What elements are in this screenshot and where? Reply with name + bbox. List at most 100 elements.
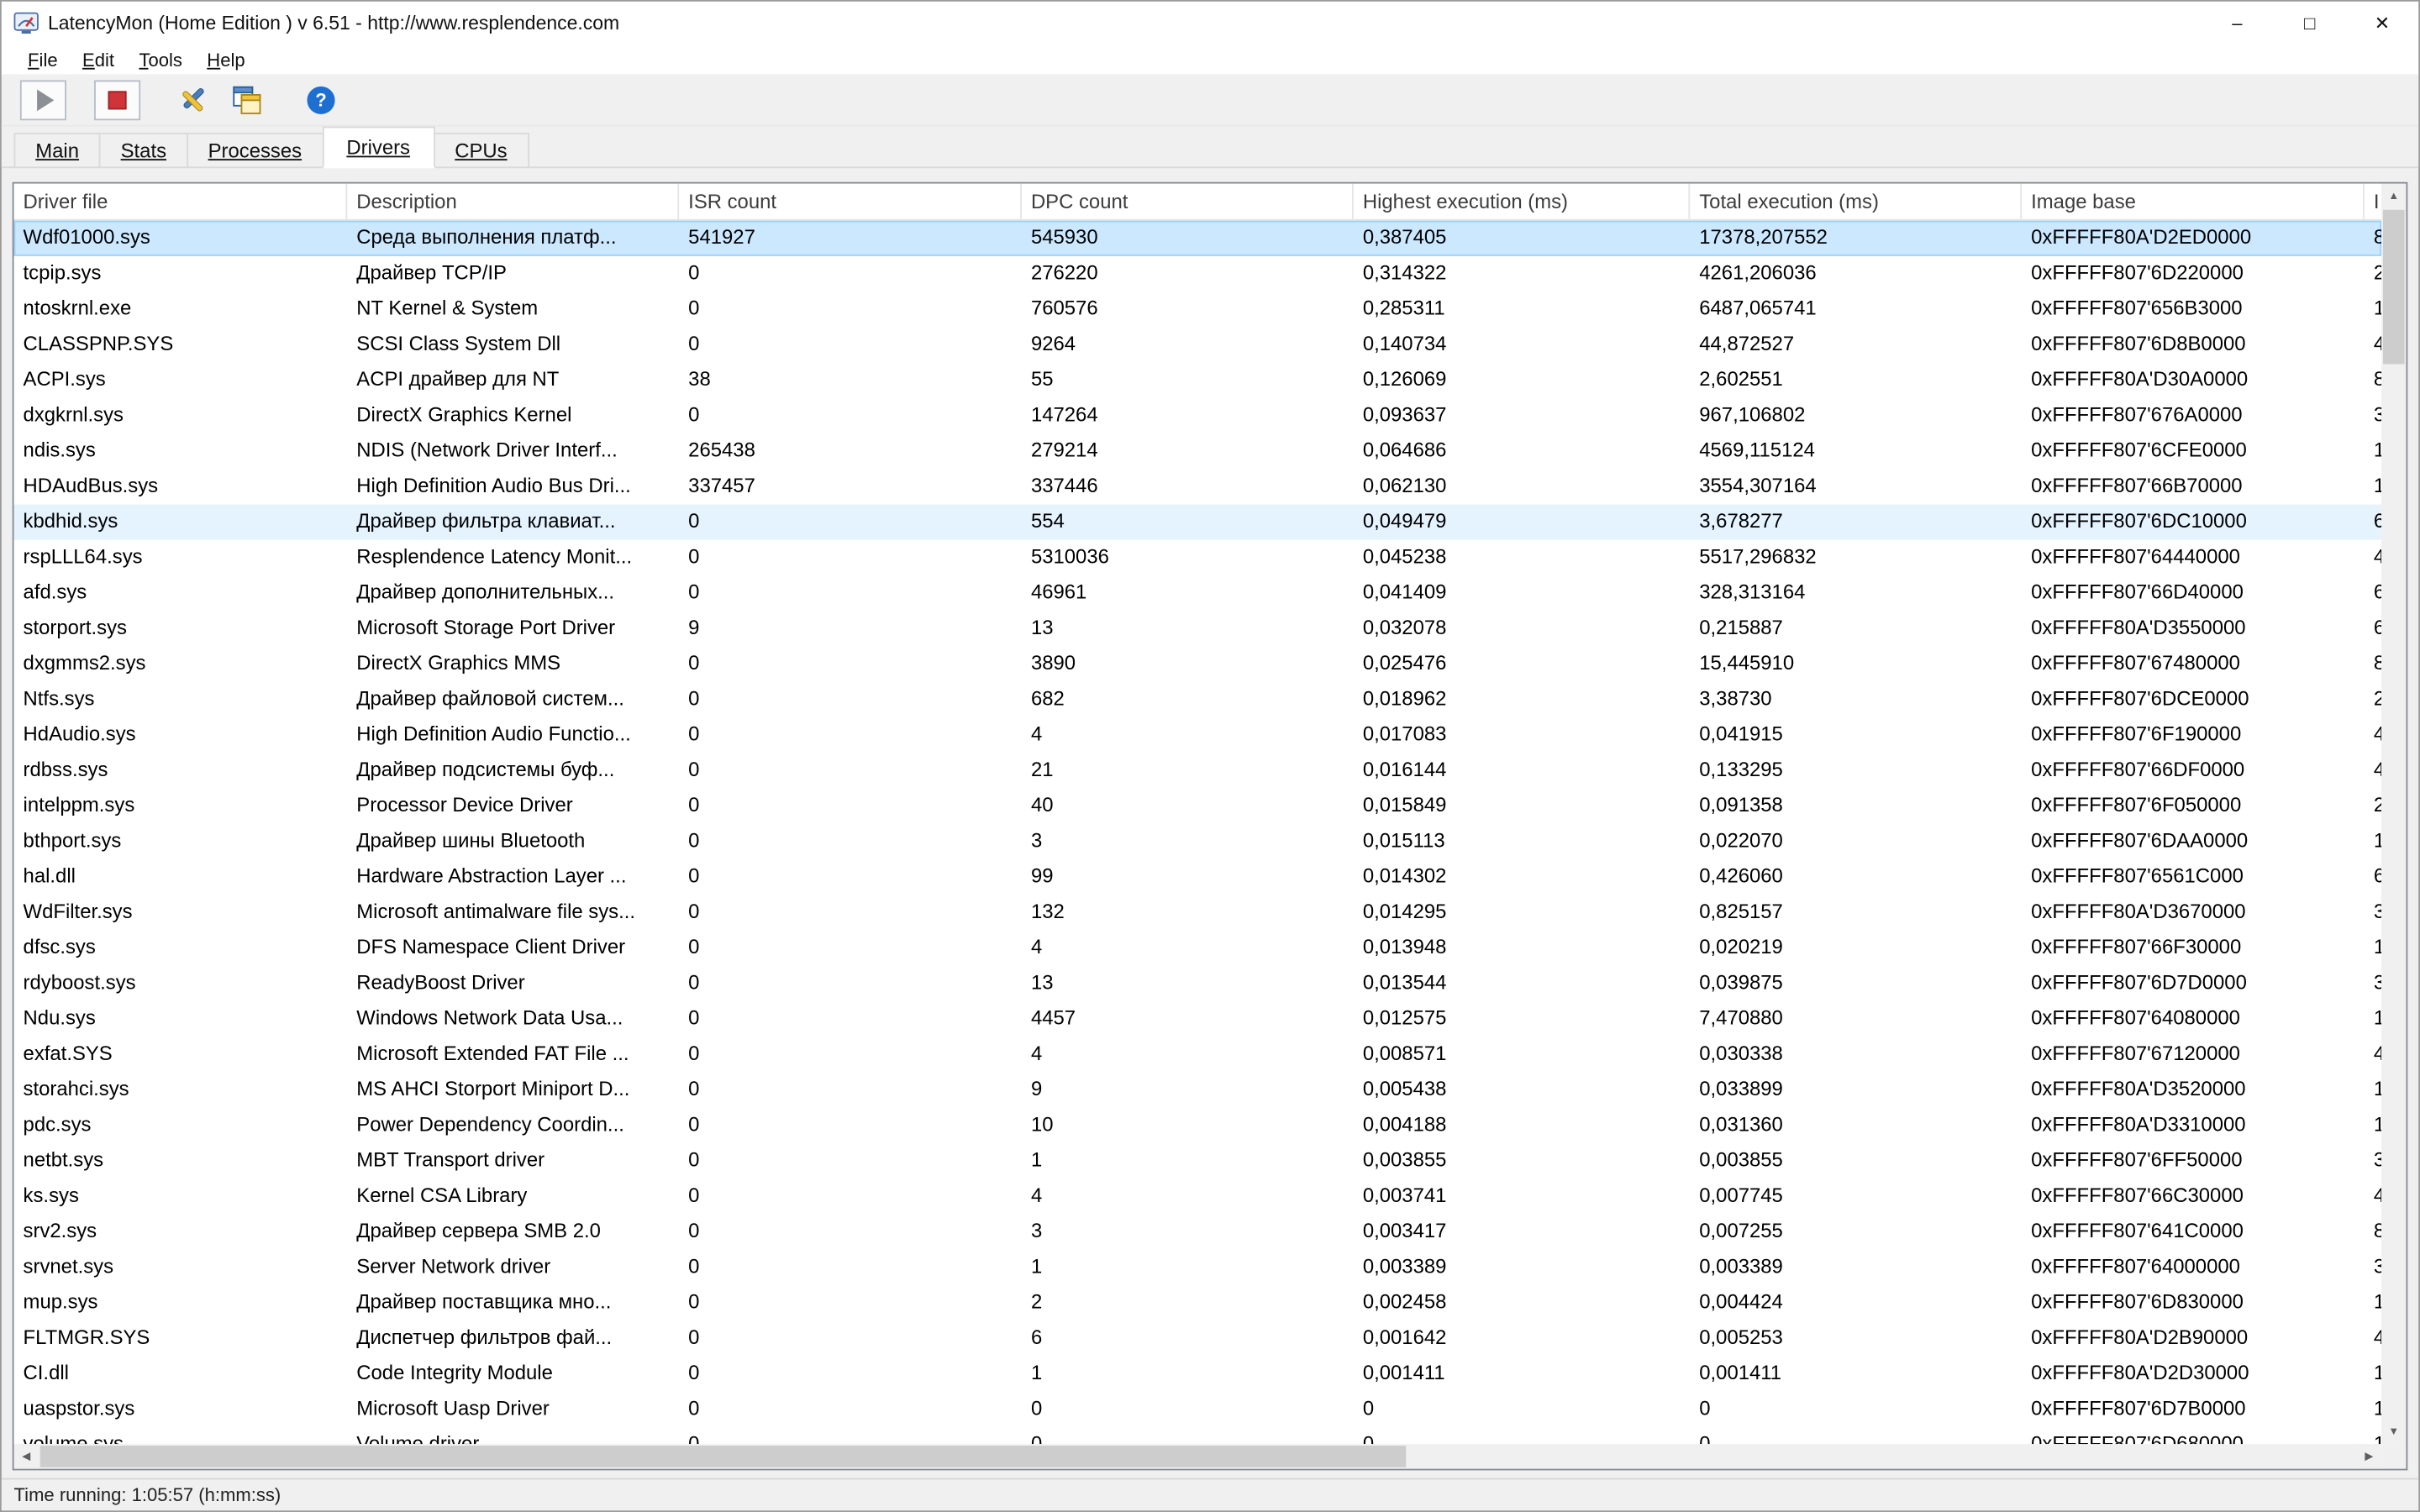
table-row[interactable]: rdyboost.sysReadyBoost Driver0130,013544… [14,966,2382,1001]
cell-dpc-count: 1 [1022,1356,1354,1391]
column-header-total-execution[interactable]: Total execution (ms) [1690,184,2022,221]
cell-dpc-count: 55 [1022,363,1354,398]
cell-highest-execution-ms: 0,032078 [1354,611,1690,646]
table-row[interactable]: mup.sysДрайвер поставщика мно...020,0024… [14,1285,2382,1320]
scroll-left-icon[interactable]: ◀ [14,1444,39,1468]
cell-driver-file: Ntfs.sys [14,682,348,717]
options-button[interactable] [168,81,214,121]
table-row[interactable]: rspLLL64.sysResplendence Latency Monit..… [14,540,2382,575]
cell-dpc-count: 279214 [1022,433,1354,469]
cell-image-size: 1 [2365,1285,2381,1320]
tab-stats[interactable]: Stats [99,133,188,168]
table-row[interactable]: WdFilter.sysMicrosoft antimalware file s… [14,895,2382,930]
tab-processes[interactable]: Processes [187,133,324,168]
table-row[interactable]: srvnet.sysServer Network driver010,00338… [14,1250,2382,1285]
cell-driver-file: mup.sys [14,1285,348,1320]
table-row[interactable]: HDAudBus.sysHigh Definition Audio Bus Dr… [14,469,2382,504]
cell-highest-execution-ms: 0,064686 [1354,433,1690,469]
table-row[interactable]: Ntfs.sysДрайвер файловой систем...06820,… [14,682,2382,717]
report-button[interactable] [224,81,270,121]
scroll-right-icon[interactable]: ▶ [2357,1444,2381,1468]
menu-help[interactable]: Help [195,45,258,73]
menu-tools[interactable]: Tools [127,45,195,73]
cell-image-base: 0xFFFFF807'66F30000 [2022,931,2365,966]
column-header-image-size[interactable]: I [2365,184,2381,221]
table-row[interactable]: tcpip.sysДрайвер TCP/IP02762200,31432242… [14,256,2382,291]
table-row[interactable]: dxgmms2.sysDirectX Graphics MMS038900,02… [14,647,2382,682]
table-row[interactable]: exfat.SYSMicrosoft Extended FAT File ...… [14,1037,2382,1072]
table-row[interactable]: FLTMGR.SYSДиспетчер фильтров фай...060,0… [14,1320,2382,1356]
stop-monitor-button[interactable] [94,81,140,121]
table-row[interactable]: pdc.sysPower Dependency Coordin...0100,0… [14,1108,2382,1143]
tab-cpus[interactable]: CPUs [434,133,529,168]
cell-description: Volume driver [347,1427,679,1444]
cell-total-execution-ms: 6487,065741 [1690,291,2022,327]
table-row[interactable]: CI.dllCode Integrity Module010,0014110,0… [14,1356,2382,1391]
cell-dpc-count: 0 [1022,1427,1354,1444]
cell-total-execution-ms: 0,003855 [1690,1143,2022,1179]
cell-dpc-count: 5310036 [1022,540,1354,575]
tab-drivers[interactable]: Drivers [322,127,434,169]
maximize-button[interactable]: □ [2274,2,2346,45]
column-header-highest-execution[interactable]: Highest execution (ms) [1354,184,1690,221]
cell-isr-count: 0 [679,1356,1022,1391]
tab-main[interactable]: Main [14,133,101,168]
table-row[interactable]: dxgkrnl.sysDirectX Graphics Kernel014726… [14,398,2382,433]
table-row[interactable]: netbt.sysMBT Transport driver010,0038550… [14,1143,2382,1179]
cell-description: Драйвер фильтра клавиат... [347,505,679,540]
table-row[interactable]: Ndu.sysWindows Network Data Usa...044570… [14,1001,2382,1037]
cell-description: Processor Device Driver [347,789,679,824]
scroll-down-icon[interactable]: ▼ [2381,1420,2406,1444]
table-row[interactable]: ndis.sysNDIS (Network Driver Interf...26… [14,433,2382,469]
table-row[interactable]: ACPI.sysACPI драйвер для NT38550,1260692… [14,363,2382,398]
start-monitor-button[interactable] [20,81,66,121]
table-row[interactable]: ntoskrnl.exeNT Kernel & System07605760,2… [14,291,2382,327]
cell-image-base: 0xFFFFF807'6D830000 [2022,1285,2365,1320]
cell-highest-execution-ms: 0,017083 [1354,717,1690,753]
cell-total-execution-ms: 0,041915 [1690,717,2022,753]
minimize-button[interactable]: – [2201,2,2273,45]
table-row[interactable]: uaspstor.sysMicrosoft Uasp Driver00000xF… [14,1392,2382,1427]
table-row[interactable]: storport.sysMicrosoft Storage Port Drive… [14,611,2382,646]
cell-driver-file: pdc.sys [14,1108,348,1143]
cell-isr-count: 0 [679,1037,1022,1072]
table-row[interactable]: CLASSPNP.SYSSCSI Class System Dll092640,… [14,327,2382,362]
table-row[interactable]: Wdf01000.sysСреда выполнения платф...541… [14,221,2382,256]
table-row[interactable]: srv2.sysДрайвер сервера SMB 2.0030,00341… [14,1215,2382,1250]
table-row[interactable]: bthport.sysДрайвер шины Bluetooth030,015… [14,824,2382,859]
column-header-image-base[interactable]: Image base [2022,184,2365,221]
table-row[interactable]: ks.sysKernel CSA Library040,0037410,0077… [14,1179,2382,1214]
table-row[interactable]: dfsc.sysDFS Namespace Client Driver040,0… [14,931,2382,966]
cell-image-base: 0xFFFFF80A'D30A0000 [2022,363,2365,398]
cell-image-size: 4 [2365,1037,2381,1072]
column-header-isr-count[interactable]: ISR count [679,184,1022,221]
horizontal-scrollbar-thumb[interactable] [40,1446,1407,1467]
cell-image-size: 3 [2365,1143,2381,1179]
cell-dpc-count: 4 [1022,1037,1354,1072]
column-header-driver-file[interactable]: Driver file [14,184,348,221]
cell-image-base: 0xFFFFF807'6D7B0000 [2022,1392,2365,1427]
table-row[interactable]: rdbss.sysДрайвер подсистемы буф...0210,0… [14,753,2382,788]
vertical-scrollbar-thumb[interactable] [2383,210,2405,365]
horizontal-scrollbar[interactable]: ◀ ▶ [14,1444,2382,1468]
table-row[interactable]: volume.sysVolume driver00000xFFFFF807'6D… [14,1427,2382,1444]
table-row[interactable]: kbdhid.sysДрайвер фильтра клавиат...0554… [14,505,2382,540]
table-row[interactable]: hal.dllHardware Abstraction Layer ...099… [14,859,2382,895]
table-row[interactable]: afd.sysДрайвер дополнительных...0469610,… [14,575,2382,611]
close-button[interactable]: ✕ [2346,2,2418,45]
vertical-scrollbar[interactable]: ▲ ▼ [2381,184,2406,1445]
help-button[interactable]: ? [297,81,344,121]
table-row[interactable]: HdAudio.sysHigh Definition Audio Functio… [14,717,2382,753]
column-header-description[interactable]: Description [347,184,679,221]
menu-file[interactable]: File [15,45,70,73]
table-row[interactable]: storahci.sysMS AHCI Storport Miniport D.… [14,1073,2382,1108]
cell-isr-count: 0 [679,1427,1022,1444]
column-header-dpc-count[interactable]: DPC count [1022,184,1354,221]
cell-description: ReadyBoost Driver [347,966,679,1001]
menu-edit[interactable]: Edit [70,45,126,73]
cell-isr-count: 265438 [679,433,1022,469]
scroll-up-icon[interactable]: ▲ [2381,184,2406,208]
cell-total-execution-ms: 44,872527 [1690,327,2022,362]
table-row[interactable]: intelppm.sysProcessor Device Driver0400,… [14,789,2382,824]
cell-description: Microsoft Uasp Driver [347,1392,679,1427]
